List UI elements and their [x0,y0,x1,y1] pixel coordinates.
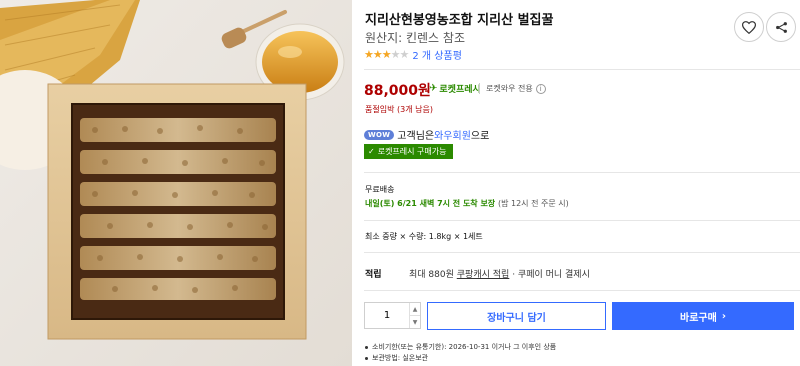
rocket-buy-label: 로켓프레시 구매가능 [377,147,447,156]
product-image [0,0,352,366]
product-notes: 소비기한(또는 유통기한): 2026-10-31 이거나 그 이후인 상품 보… [365,342,556,364]
honeycomb-photo [0,0,352,366]
add-to-cart-button[interactable]: 장바구니 담기 [427,302,606,330]
delivery-date: 내일(토) 6/21 새벽 7시 전 도착 보장 [365,199,496,208]
divider [364,69,800,70]
rating-row: ★★★★★ 2 개 상품평 [364,47,462,62]
info-icon[interactable]: i [535,83,546,94]
rocket-fresh-purchasable-badge: ✓ 로켓프레시 구매가능 [364,144,453,159]
points-max: 최대 880원 [409,270,454,280]
quantity-stepper: ▲ ▼ [364,302,421,329]
min-order-info: 최소 중량 × 수량: 1.8kg × 1세트 [365,232,483,241]
note-item: 보관방법: 실온보관 [365,353,556,364]
wow-text-prefix: 고객님은 [397,131,435,142]
product-info-panel: 지리산현봉영농조합 지리산 벌집꿀 원산지: 킨렌스 참조 ★★★★★ 2 개 … [360,0,800,366]
check-icon: ✓ [368,147,375,156]
quantity-input[interactable] [365,303,409,328]
star-empty-icon: ★ [399,48,410,61]
rocket-fresh-label: 로켓프레시 [439,85,481,95]
star-icon: ★ [364,48,374,61]
chevron-down-icon[interactable]: ▼ [410,316,420,328]
rocket-icon: ✈ [429,83,438,94]
price-value: 88,000원 [364,83,431,99]
buy-now-label: 바로구매 [680,312,717,324]
rocket-fresh-badge: ✈ 로켓프레시 [429,82,481,95]
divider [364,290,800,291]
divider [364,252,800,253]
stock-notice: 품절임박 (3개 남음) [365,105,433,114]
star-icon: ★ [372,48,383,61]
chevron-right-icon: › [721,310,726,322]
coupang-cash-link[interactable]: 쿠팡캐시 적립 [457,270,510,280]
wishlist-button[interactable] [734,12,764,42]
points-label: 적립 [365,270,382,280]
note-text: 보관방법: 실온보관 [372,354,429,362]
chevron-up-icon[interactable]: ▲ [410,303,420,316]
product-title: 지리산현봉영농조합 지리산 벌집꿀 [365,13,554,28]
review-count-link[interactable]: 2 개 상품평 [412,47,462,62]
wow-text-suffix: 으로 [470,131,490,142]
divider [364,220,800,221]
coupay-text: · 쿠페이 머니 결제시 [512,270,590,280]
delivery-estimate: 내일(토) 6/21 새벽 7시 전 도착 보장 (밤 12시 전 주문 시) [365,198,569,209]
divider [479,83,480,94]
wow-member-label: 와우회원 [434,131,471,142]
points-info: 최대 880원 쿠팡캐시 적립 · 쿠페이 머니 결제시 [409,267,590,280]
quantity-arrows: ▲ ▼ [409,303,420,328]
rocketwow-info[interactable]: 로켓와우 전용 i [486,83,546,94]
share-button[interactable] [766,12,796,42]
note-text: 소비기한(또는 유통기한): 2026-10-31 이거나 그 이후인 상품 [372,343,557,351]
divider [364,172,800,173]
rocketwow-label: 로켓와우 전용 [486,84,533,93]
heart-icon [742,20,756,34]
buy-now-button[interactable]: 바로구매 › [612,302,794,330]
star-empty-icon: ★ [390,48,401,61]
share-icon [775,21,787,33]
wow-badge: WOW [364,129,395,140]
origin-label: 원산지: 킨렌스 참조 [365,31,465,45]
note-item: 소비기한(또는 유통기한): 2026-10-31 이거나 그 이후인 상품 [365,342,556,353]
rating-stars: ★★★★★ [364,48,410,61]
delivery-condition: (밤 12시 전 주문 시) [497,199,569,208]
wow-member-row: WOW 고객님은 와우회원 으로 [364,127,489,142]
star-icon: ★ [381,48,392,61]
free-shipping-label: 무료배송 [365,185,395,194]
